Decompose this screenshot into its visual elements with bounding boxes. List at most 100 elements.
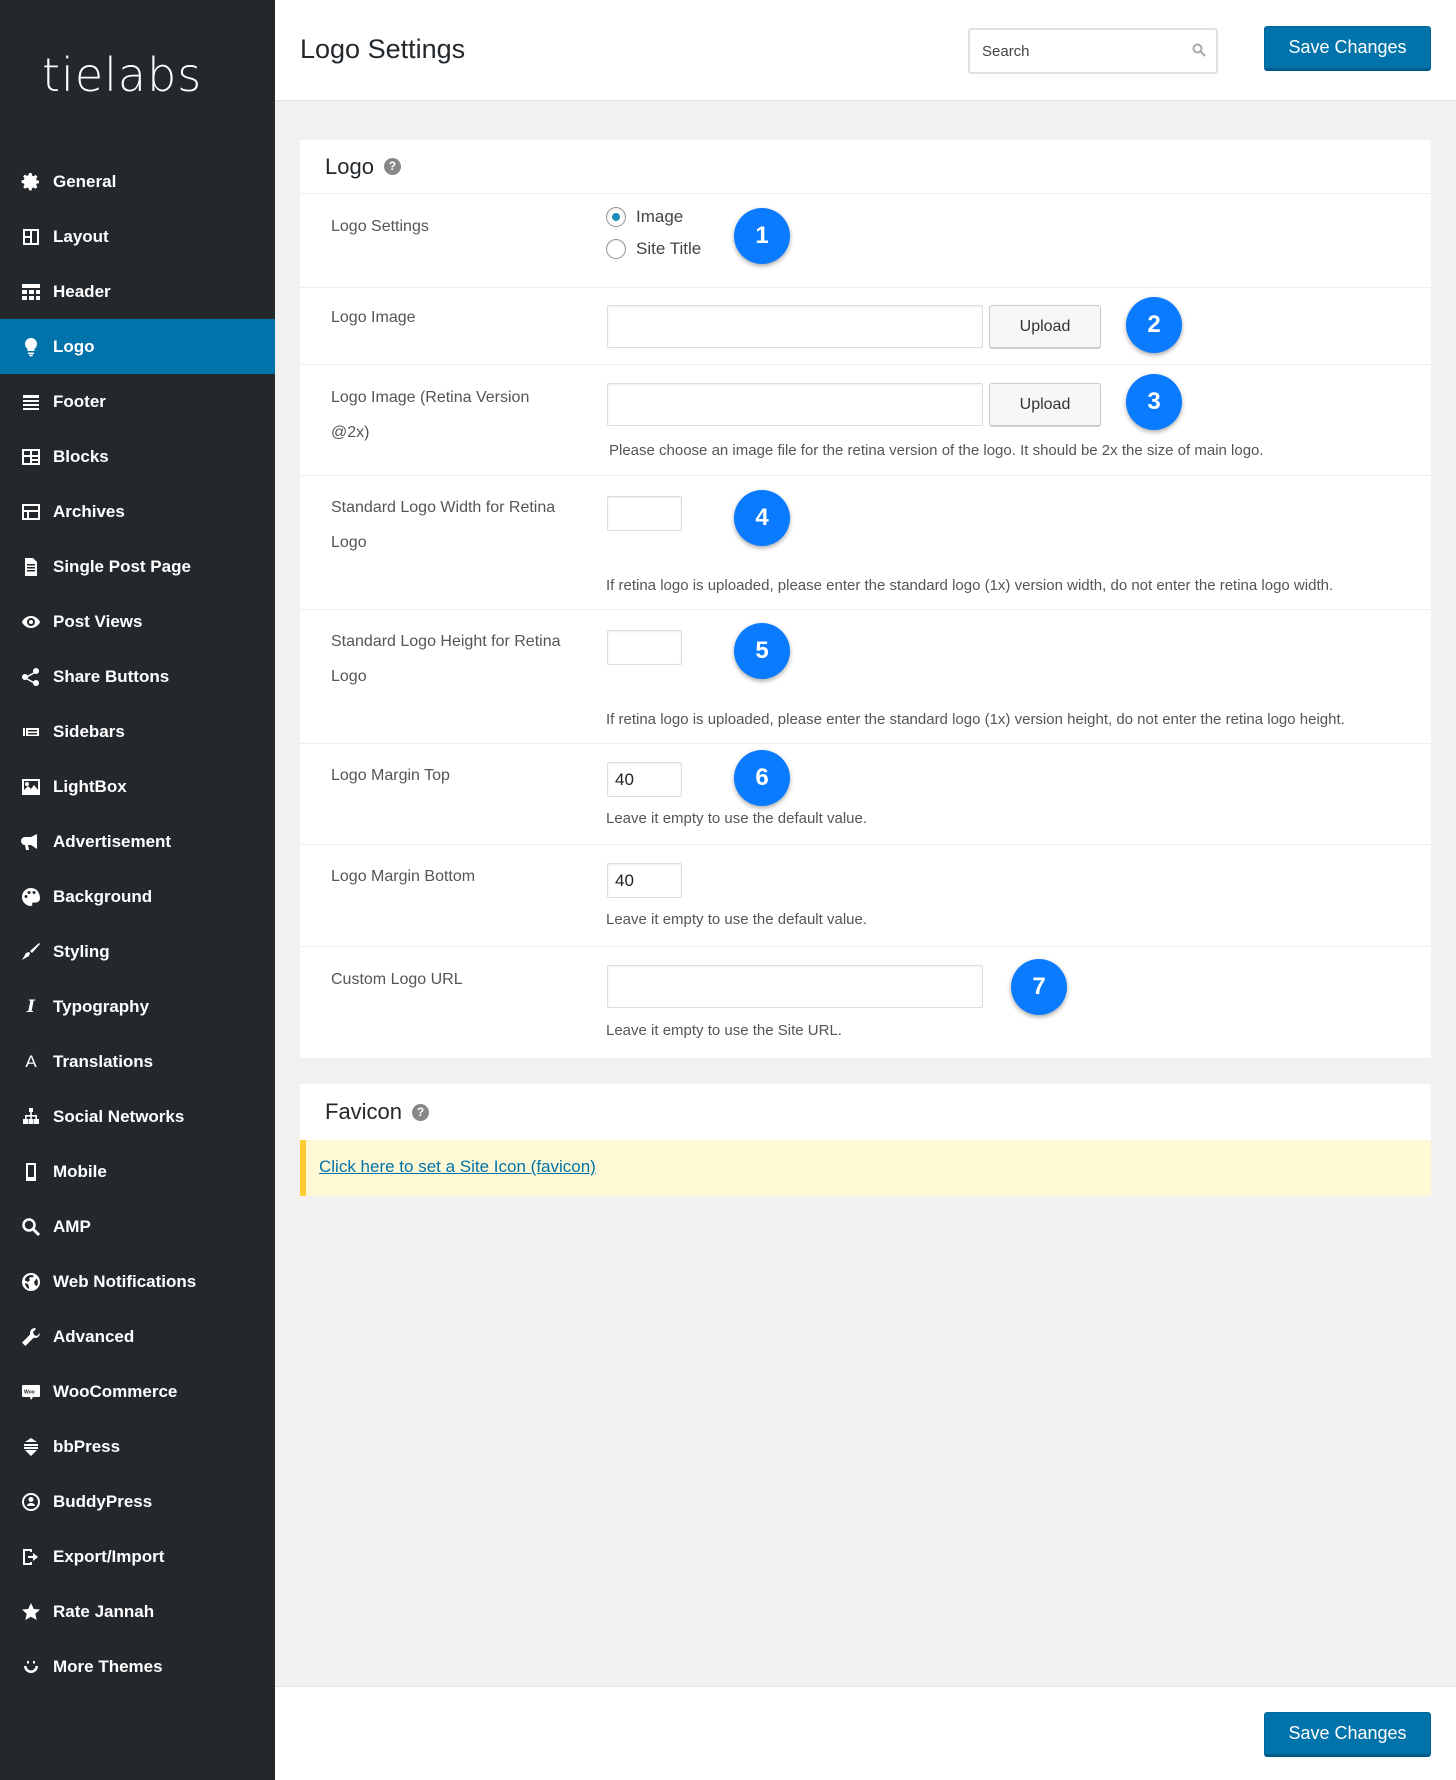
logo-height-label-line2: Logo — [331, 668, 367, 685]
sidebar-item-share-buttons[interactable]: Share Buttons — [0, 649, 275, 704]
logo-retina-label-line2: @2x) — [331, 424, 370, 441]
sidebar-item-label: More Themes — [53, 1656, 163, 1676]
page-title: Logo Settings — [300, 34, 466, 64]
sidebar-item-label: Social Networks — [53, 1106, 185, 1126]
bbpress-icon — [20, 1436, 42, 1458]
sidebar-item-label: General — [53, 171, 117, 191]
sidebar-item-single-post-page[interactable]: Single Post Page — [0, 539, 275, 594]
logo-retina-input[interactable] — [607, 383, 983, 426]
megaphone-icon — [20, 831, 42, 853]
callout-badge-3: 3 — [1126, 374, 1182, 430]
custom-url-input[interactable] — [607, 965, 983, 1008]
italic-icon: I — [27, 996, 35, 1017]
sidebar-item-label: Single Post Page — [53, 556, 191, 576]
sidebar-item-layout[interactable]: Layout — [0, 209, 275, 264]
smile-icon — [20, 1656, 42, 1678]
logo-width-input[interactable] — [607, 496, 682, 531]
logo-settings-label: Logo Settings — [331, 218, 429, 235]
sidebar-item-more-themes[interactable]: More Themes — [0, 1639, 275, 1694]
logo-panel-title: Logo — [325, 153, 374, 179]
margin-top-input[interactable] — [607, 762, 682, 797]
help-icon[interactable]: ? — [412, 1103, 430, 1121]
top-bar: Logo Settings Save Changes — [275, 0, 1456, 101]
logo-width-label-line1: Standard Logo Width for Retina — [331, 499, 556, 516]
sidebar-item-label: Web Notifications — [53, 1271, 197, 1291]
sidebar-item-web-notifications[interactable]: Web Notifications — [0, 1254, 275, 1309]
gear-icon — [20, 171, 42, 193]
logo-width-row: Standard Logo Width for Retina Logo If r… — [300, 476, 1431, 610]
sidebar-item-footer[interactable]: Footer — [0, 374, 275, 429]
logo-height-hint: If retina logo is uploaded, please enter… — [606, 711, 1345, 728]
sidebar-item-label: Footer — [53, 391, 106, 411]
callout-badge-2: 2 — [1126, 297, 1182, 353]
search-icon[interactable] — [1192, 43, 1206, 57]
margin-bottom-row: Logo Margin Bottom Leave it empty to use… — [300, 845, 1431, 947]
sidebar-item-label: Archives — [53, 501, 125, 521]
sidebar-item-logo[interactable]: Logo — [0, 319, 275, 374]
logo-height-input[interactable] — [607, 630, 682, 665]
sidebar-item-translations[interactable]: A Translations — [0, 1034, 275, 1089]
sidebar-item-label: Advertisement — [53, 831, 172, 851]
margin-bottom-input[interactable] — [607, 863, 682, 898]
sidebar-item-woocommerce[interactable]: Woo WooCommerce — [0, 1364, 275, 1419]
sidebar-item-label: Advanced — [53, 1326, 135, 1346]
radio-site-title[interactable]: Site Title — [606, 239, 701, 259]
sidebar-item-social-networks[interactable]: Social Networks — [0, 1089, 275, 1144]
logo-width-label-line2: Logo — [331, 534, 367, 551]
sidebar-item-lightbox[interactable]: LightBox — [0, 759, 275, 814]
sidebar-item-label: Share Buttons — [53, 666, 170, 686]
custom-url-row: Custom Logo URL Leave it empty to use th… — [300, 947, 1431, 1058]
brand-logo[interactable]: tielabs — [42, 50, 232, 100]
margin-top-hint: Leave it empty to use the default value. — [606, 810, 867, 827]
sidebar-item-amp[interactable]: AMP — [0, 1199, 275, 1254]
sidebar-item-advanced[interactable]: Advanced — [0, 1309, 275, 1364]
help-icon[interactable]: ? — [383, 158, 401, 175]
sidebar-item-label: AMP — [53, 1216, 91, 1236]
logo-image-upload-button[interactable]: Upload — [989, 305, 1101, 348]
header-icon — [20, 281, 42, 303]
sidebar-item-rate-jannah[interactable]: Rate Jannah — [0, 1584, 275, 1639]
save-changes-button-bottom[interactable]: Save Changes — [1264, 1712, 1431, 1757]
sidebar-item-mobile[interactable]: Mobile — [0, 1144, 275, 1199]
palette-icon — [20, 886, 42, 908]
margin-bottom-hint: Leave it empty to use the default value. — [606, 911, 867, 928]
radio-site-title-button[interactable] — [606, 239, 626, 259]
sidebar-item-post-views[interactable]: Post Views — [0, 594, 275, 649]
layout-icon — [20, 226, 42, 248]
sidebar-item-typography[interactable]: I Typography — [0, 979, 275, 1034]
search-input[interactable] — [970, 30, 1180, 72]
custom-url-hint: Leave it empty to use the Site URL. — [606, 1022, 842, 1039]
set-site-icon-link[interactable]: Click here to set a Site Icon (favicon) — [319, 1157, 596, 1177]
callout-badge-5: 5 — [734, 623, 790, 679]
logo-retina-upload-button[interactable]: Upload — [989, 383, 1101, 426]
sidebar-item-archives[interactable]: Archives — [0, 484, 275, 539]
logo-image-input[interactable] — [607, 305, 983, 348]
radio-image-button[interactable] — [606, 207, 626, 227]
brush-icon — [20, 941, 42, 963]
sidebar-item-header[interactable]: Header — [0, 264, 275, 319]
sidebar-item-label: Sidebars — [53, 721, 125, 741]
sidebar-item-export-import[interactable]: Export/Import — [0, 1529, 275, 1584]
sidebar-item-label: LightBox — [53, 776, 127, 796]
sidebar-item-background[interactable]: Background — [0, 869, 275, 924]
eye-icon — [20, 611, 42, 633]
logo-retina-label-line1: Logo Image (Retina Version — [331, 389, 530, 406]
sidebar-item-advertisement[interactable]: Advertisement — [0, 814, 275, 869]
logo-retina-hint: Please choose an image file for the reti… — [609, 442, 1264, 459]
sidebar-item-label: Layout — [53, 226, 109, 246]
sidebar-item-blocks[interactable]: Blocks — [0, 429, 275, 484]
sidebar-item-label: Styling — [53, 941, 110, 961]
radio-image[interactable]: Image — [606, 207, 683, 227]
logo-settings-row: Logo Settings Image Site Title 1 — [300, 195, 1431, 288]
callout-badge-7: 7 — [1011, 959, 1067, 1015]
sidebar-item-styling[interactable]: Styling — [0, 924, 275, 979]
sidebar-item-sidebars[interactable]: Sidebars — [0, 704, 275, 759]
sidebar-item-bbpress[interactable]: bbPress — [0, 1419, 275, 1474]
custom-url-label: Custom Logo URL — [331, 971, 463, 988]
sidebar-item-general[interactable]: General — [0, 154, 275, 209]
sidebar-menu: General Layout Header Logo Footer Blocks Archi… — [0, 154, 275, 1694]
sidebar-item-buddypress[interactable]: BuddyPress — [0, 1474, 275, 1529]
sidebar-item-label: Logo — [53, 336, 95, 356]
save-changes-button[interactable]: Save Changes — [1264, 26, 1431, 71]
sidebars-icon — [20, 721, 42, 743]
